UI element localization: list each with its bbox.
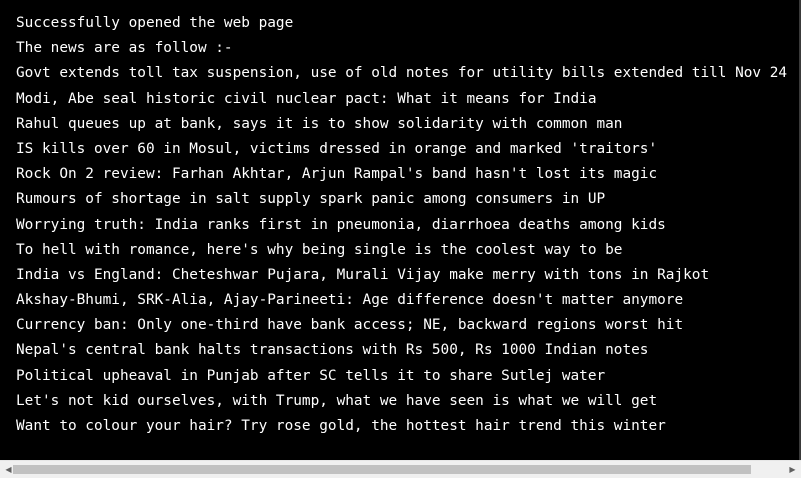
console-line: Nepal's central bank halts transactions … <box>16 342 649 359</box>
scroll-right-arrow-icon[interactable]: ▶ <box>784 461 801 478</box>
console-line: Rahul queues up at bank, says it is to s… <box>16 115 623 132</box>
console-line: Rumours of shortage in salt supply spark… <box>16 191 606 208</box>
console-line: Akshay-Bhumi, SRK-Alia, Ajay-Parineeti: … <box>16 292 684 309</box>
console-line: Modi, Abe seal historic civil nuclear pa… <box>16 90 597 107</box>
console-line: Rock On 2 review: Farhan Akhtar, Arjun R… <box>16 166 658 183</box>
console-output: Successfully opened the web page The new… <box>16 11 801 439</box>
console-line: Govt extends toll tax suspension, use of… <box>16 65 788 82</box>
console-line: Want to colour your hair? Try rose gold,… <box>16 418 666 434</box>
console-line: Currency ban: Only one-third have bank a… <box>16 317 684 334</box>
console-line: IS kills over 60 in Mosul, victims dress… <box>16 140 658 157</box>
console-line: Political upheaval in Punjab after SC te… <box>16 367 606 384</box>
console-line: Let's not kid ourselves, with Trump, wha… <box>16 392 658 409</box>
console-line: India vs England: Cheteshwar Pujara, Mur… <box>16 266 710 283</box>
console-line: Worrying truth: India ranks first in pne… <box>16 216 666 233</box>
console-line: Successfully opened the web page <box>16 15 294 31</box>
console-window: Successfully opened the web page The new… <box>0 0 801 478</box>
scrollbar-thumb[interactable] <box>13 465 751 474</box>
console-line: The news are as follow :- <box>16 40 233 57</box>
console-line: To hell with romance, here's why being s… <box>16 241 623 258</box>
horizontal-scrollbar[interactable]: ◀ ▶ <box>0 460 801 478</box>
